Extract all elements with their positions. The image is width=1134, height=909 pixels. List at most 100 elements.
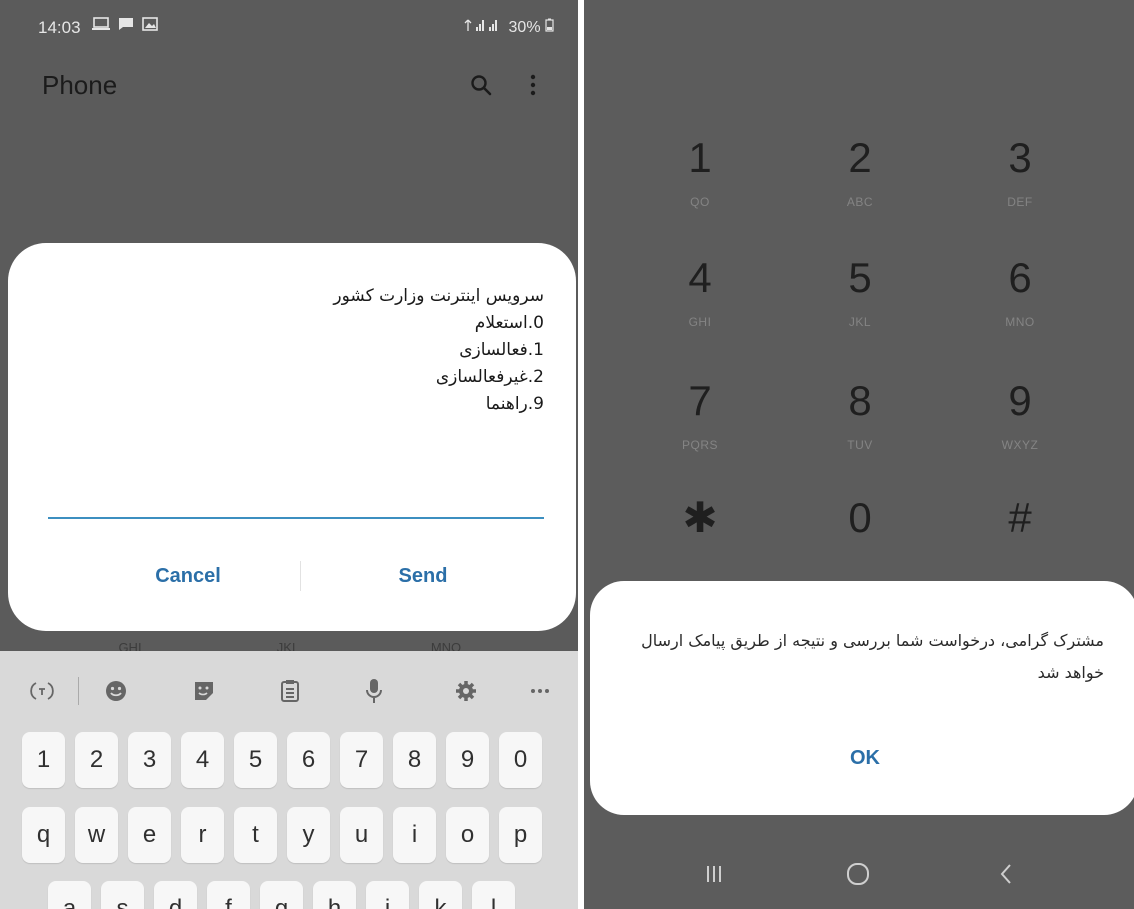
dial-key[interactable]: 1 QO: [640, 134, 760, 210]
key-letter[interactable]: j: [366, 881, 409, 909]
home-icon: [847, 863, 869, 885]
key-number[interactable]: 2: [75, 732, 118, 788]
dial-key[interactable]: 3 DEF: [960, 134, 1080, 210]
dial-letters: TUV: [847, 438, 873, 452]
button-divider: [300, 561, 301, 591]
info-message: مشترک گرامی، درخواست شما بررسی و نتیجه ا…: [641, 631, 1104, 682]
left-screen: 14:03 30% Phone GHI JKL MNO سرویس اینترن…: [0, 0, 578, 909]
key-number[interactable]: 6: [287, 732, 330, 788]
ussd-reply-input[interactable]: [48, 517, 544, 519]
key-letter[interactable]: d: [154, 881, 197, 909]
search-icon[interactable]: [466, 68, 496, 102]
recents-button[interactable]: [684, 854, 744, 894]
dial-digit: 7: [688, 377, 712, 424]
key-letter[interactable]: e: [128, 807, 171, 863]
right-screen: 1 QO 2 ABC 3 DEF 4 GHI 5 JKL 6 MNO 7 PQRS 8 TUV …: [584, 0, 1134, 909]
status-bar: 14:03 30%: [0, 0, 578, 60]
key-letter[interactable]: g: [260, 881, 303, 909]
dial-key[interactable]: 7 PQRS: [640, 377, 760, 453]
image-icon: [142, 17, 159, 31]
battery-icon: [545, 18, 554, 32]
key-number[interactable]: 7: [340, 732, 383, 788]
cancel-button[interactable]: Cancel: [88, 565, 288, 588]
language-switch-icon[interactable]: [22, 673, 62, 709]
ok-button[interactable]: OK: [820, 747, 910, 770]
message-icon: [119, 18, 134, 30]
key-letter[interactable]: u: [340, 807, 383, 863]
dial-digit: 1: [688, 134, 712, 181]
dial-digit: 2: [848, 134, 872, 181]
dial-letters: QO: [690, 195, 710, 209]
dial-digit: 3: [1008, 134, 1032, 181]
keyboard-toolbar: [0, 651, 578, 729]
microphone-icon[interactable]: [354, 673, 394, 709]
keyboard: 1 2 3 4 5 6 7 8 9 0 q w e r t y u i o p …: [0, 651, 578, 909]
key-letter[interactable]: q: [22, 807, 65, 863]
key-letter[interactable]: t: [234, 807, 277, 863]
key-letter[interactable]: f: [207, 881, 250, 909]
dial-digit: 4: [688, 254, 712, 301]
clipboard-icon[interactable]: [270, 673, 310, 709]
more-options-icon[interactable]: [518, 68, 548, 102]
key-number[interactable]: 3: [128, 732, 171, 788]
key-number[interactable]: 8: [393, 732, 436, 788]
dial-key[interactable]: 5 JKL: [800, 254, 920, 330]
more-tools-icon[interactable]: [520, 673, 560, 709]
back-icon: [1000, 864, 1011, 884]
key-letter[interactable]: s: [101, 881, 144, 909]
key-number[interactable]: 0: [499, 732, 542, 788]
status-time: 14:03: [38, 18, 81, 37]
dial-letters: DEF: [1007, 195, 1033, 209]
signal-icon: [464, 19, 498, 31]
dial-digit: #: [1008, 494, 1032, 541]
key-letter[interactable]: h: [313, 881, 356, 909]
key-number[interactable]: 4: [181, 732, 224, 788]
ussd-dialog: سرویس اینترنت وزارت کشور 0.استعلام 1.فعا…: [8, 243, 576, 631]
dial-letters: WXYZ: [1001, 438, 1039, 452]
back-button[interactable]: [976, 854, 1036, 894]
recents-icon: [707, 866, 721, 882]
dial-key[interactable]: 8 TUV: [800, 378, 920, 453]
laptop-icon: [92, 17, 110, 30]
toolbar-separator: [78, 677, 79, 705]
home-button[interactable]: [828, 854, 888, 894]
settings-gear-icon[interactable]: [446, 673, 486, 709]
sticker-icon[interactable]: [184, 673, 224, 709]
dial-key[interactable]: 9 WXYZ: [960, 378, 1080, 453]
dial-key[interactable]: ✱: [640, 495, 760, 555]
dial-digit: 6: [1008, 254, 1032, 301]
dial-key[interactable]: 4 GHI: [640, 254, 760, 330]
key-letter[interactable]: r: [181, 807, 224, 863]
key-letter[interactable]: i: [393, 807, 436, 863]
notification-icons: [92, 17, 159, 35]
dial-key[interactable]: 0: [800, 495, 920, 555]
send-button[interactable]: Send: [318, 565, 528, 588]
key-letter[interactable]: p: [499, 807, 542, 863]
ussd-message: سرویس اینترنت وزارت کشور 0.استعلام 1.فعا…: [333, 286, 544, 414]
dial-key[interactable]: 2 ABC: [800, 134, 920, 210]
app-title: Phone: [42, 70, 118, 100]
dial-letters: GHI: [688, 315, 712, 329]
dial-key[interactable]: #: [960, 495, 1080, 555]
emoji-icon[interactable]: [96, 673, 136, 709]
key-letter[interactable]: a: [48, 881, 91, 909]
dial-digit: 0: [848, 494, 872, 541]
key-letter[interactable]: y: [287, 807, 330, 863]
key-number[interactable]: 5: [234, 732, 277, 788]
status-right: 30%: [464, 18, 554, 37]
navigation-bar: [584, 840, 1134, 909]
dial-digit: 5: [848, 254, 872, 301]
key-letter[interactable]: l: [472, 881, 515, 909]
dial-key[interactable]: 6 MNO: [960, 254, 1080, 330]
dial-letters: JKL: [848, 315, 872, 329]
key-number[interactable]: 1: [22, 732, 65, 788]
key-letter[interactable]: k: [419, 881, 462, 909]
key-number[interactable]: 9: [446, 732, 489, 788]
dial-digit: ✱: [682, 494, 718, 541]
info-dialog: مشترک گرامی، درخواست شما بررسی و نتیجه ا…: [590, 581, 1134, 815]
battery-percent: 30%: [508, 19, 541, 36]
key-letter[interactable]: o: [446, 807, 489, 863]
key-letter[interactable]: w: [75, 807, 118, 863]
dial-letters: ABC: [846, 195, 874, 209]
dial-letters: PQRS: [681, 438, 718, 452]
